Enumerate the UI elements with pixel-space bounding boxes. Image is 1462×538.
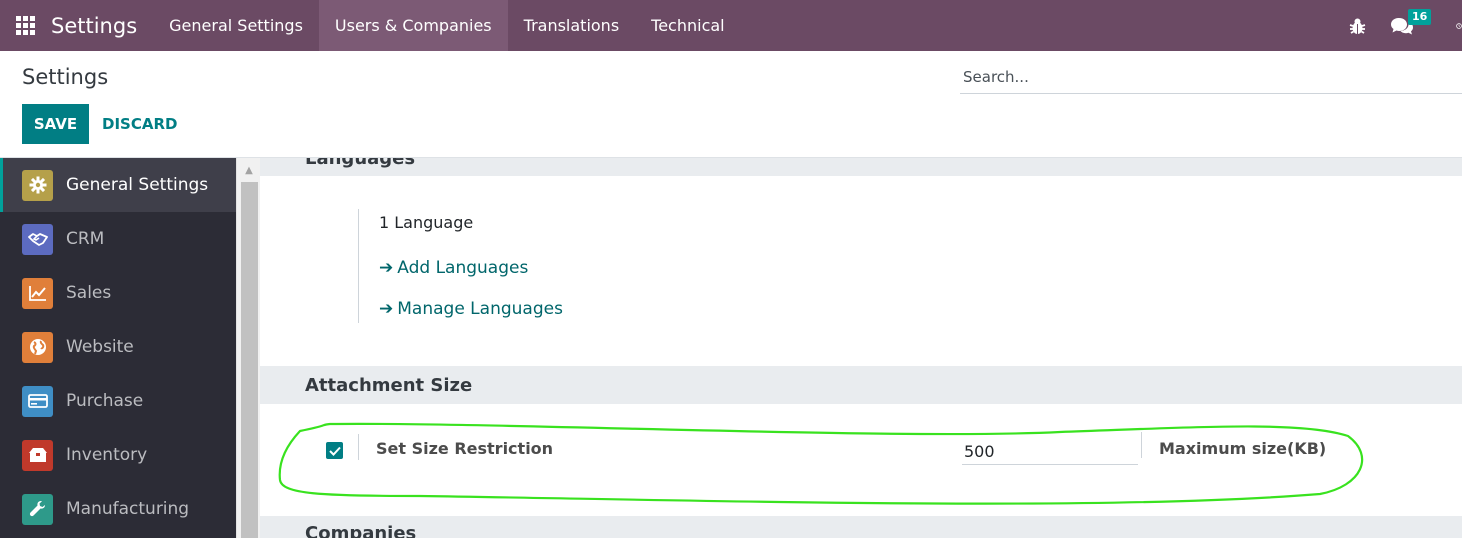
chat-icon[interactable]: 16 xyxy=(1378,0,1444,51)
max-size-input[interactable] xyxy=(962,434,1138,465)
sidebar-item-purchase[interactable]: Purchase xyxy=(0,374,236,428)
menu-technical[interactable]: Technical xyxy=(635,0,740,51)
sidebar-item-label: Website xyxy=(66,337,134,357)
sidebar-item-label: Sales xyxy=(66,283,112,303)
settings-sidebar: General Settings CRM Sales Website Purch… xyxy=(0,158,236,538)
gear-icon xyxy=(22,169,53,201)
manage-languages-link[interactable]: ➔ Manage Languages xyxy=(379,299,563,319)
scroll-up-arrow-icon[interactable]: ▲ xyxy=(237,158,261,182)
arrow-right-icon: ➔ xyxy=(379,299,394,319)
attachment-size-row: Set Size Restriction Maximum size(KB) xyxy=(260,404,1462,494)
sidebar-item-website[interactable]: Website xyxy=(0,320,236,374)
sidebar-item-label: CRM xyxy=(66,229,105,249)
menu-general-settings[interactable]: General Settings xyxy=(153,0,319,51)
bug-icon[interactable] xyxy=(1337,0,1378,51)
size-restriction-label: Set Size Restriction xyxy=(376,439,554,458)
page-title: Settings xyxy=(22,65,109,89)
languages-block: 1 Language ➔ Add Languages ➔ Manage Lang… xyxy=(358,209,678,323)
wrench-icon xyxy=(22,493,53,525)
sidebar-item-general-settings[interactable]: General Settings xyxy=(0,158,236,212)
section-title-companies: Companies xyxy=(260,516,1462,538)
save-button[interactable]: SAVE xyxy=(22,104,89,144)
app-brand[interactable]: Settings xyxy=(51,0,153,51)
menu-users-companies[interactable]: Users & Companies xyxy=(318,0,508,51)
settings-content: Languages 1 Language ➔ Add Languages ➔ M… xyxy=(260,158,1462,538)
apps-grid-icon[interactable] xyxy=(0,0,51,51)
checkmark-icon xyxy=(328,446,341,456)
credit-card-icon xyxy=(22,385,53,417)
sidebar-item-label: Inventory xyxy=(66,445,148,465)
section-title-languages: Languages xyxy=(260,158,1462,176)
discard-button[interactable]: DISCARD xyxy=(93,104,186,144)
sidebar-item-sales[interactable]: Sales xyxy=(0,266,236,320)
chat-count-badge: 16 xyxy=(1408,9,1432,25)
language-count: 1 Language xyxy=(379,213,474,232)
sidebar-item-manufacturing[interactable]: Manufacturing xyxy=(0,482,236,536)
clock-icon[interactable] xyxy=(1444,0,1462,51)
sidebar-item-label: General Settings xyxy=(66,175,209,195)
menu-translations[interactable]: Translations xyxy=(508,0,636,51)
globe-icon xyxy=(22,331,53,363)
max-size-unit-label: Maximum size(KB) xyxy=(1159,439,1327,458)
sidebar-item-crm[interactable]: CRM xyxy=(0,212,236,266)
handshake-icon xyxy=(22,223,53,255)
add-languages-link[interactable]: ➔ Add Languages xyxy=(379,258,528,278)
divider xyxy=(358,434,359,460)
add-languages-label: Add Languages xyxy=(397,258,529,278)
sidebar-item-inventory[interactable]: Inventory xyxy=(0,428,236,482)
sidebar-item-label: Manufacturing xyxy=(66,499,190,519)
manage-languages-label: Manage Languages xyxy=(397,299,563,319)
chart-icon xyxy=(22,277,53,309)
sidebar-item-label: Purchase xyxy=(66,391,144,411)
section-title-attachment-size: Attachment Size xyxy=(260,366,1462,404)
control-panel: Settings SAVE DISCARD xyxy=(0,51,1462,158)
divider xyxy=(1141,432,1142,458)
search-input[interactable] xyxy=(960,61,1462,94)
box-icon xyxy=(22,439,53,471)
size-restriction-checkbox[interactable] xyxy=(326,442,343,459)
content-scrollbar[interactable]: ▲ xyxy=(236,158,260,538)
top-navbar: Settings General Settings Users & Compan… xyxy=(0,0,1462,51)
scroll-thumb[interactable] xyxy=(241,182,258,538)
arrow-right-icon: ➔ xyxy=(379,258,394,278)
